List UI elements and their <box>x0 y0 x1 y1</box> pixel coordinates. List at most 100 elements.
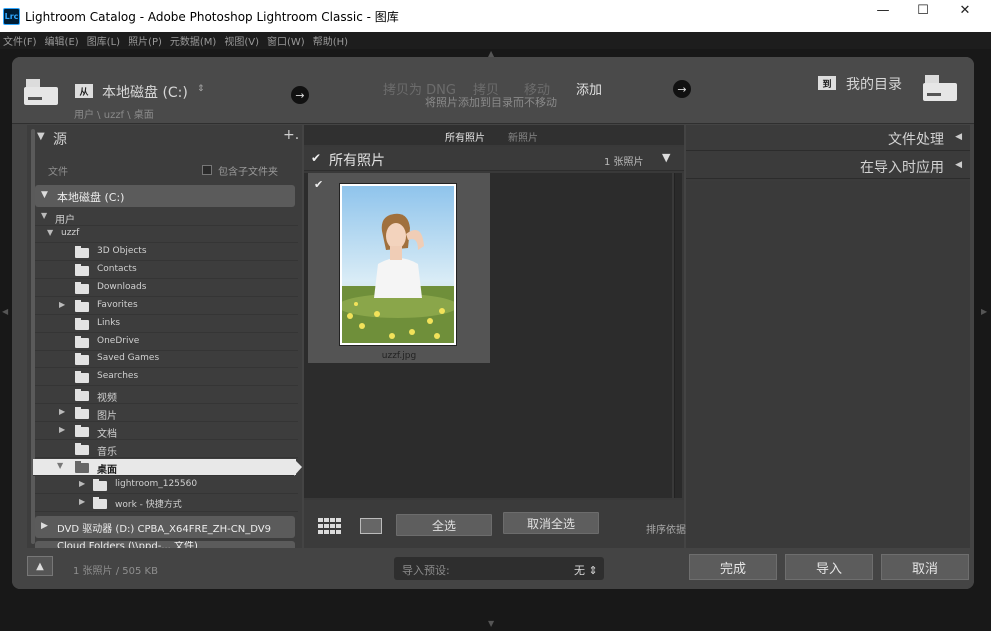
source-title[interactable]: 本地磁盘 (C:) <box>102 82 188 102</box>
source-panel: ▼ 源 +. 文件 包含子文件夹 ▼ 本地磁盘 (C:) ▼ 用户 ▼ uzzf… <box>27 125 302 551</box>
dropdown-triangle-icon[interactable]: ▼ <box>662 151 670 164</box>
apply-during-import-section[interactable]: 在导入时应用 ◀ <box>686 153 970 179</box>
source-dropdown-icon[interactable]: ⇕ <box>197 84 205 94</box>
file-handling-section[interactable]: 文件处理 ◀ <box>686 125 970 151</box>
tree-row-users[interactable]: ▼ 用户 <box>35 209 298 226</box>
expand-triangle-icon[interactable]: ▶ <box>59 407 65 416</box>
folder-icon <box>75 353 89 365</box>
collapse-triangle-icon[interactable]: ▼ <box>37 131 45 142</box>
tree-row-folder[interactable]: ▶ Favorites <box>35 298 298 315</box>
expand-triangle-icon[interactable]: ◀ <box>955 132 962 142</box>
menu-view[interactable]: 视图(V) <box>224 33 259 48</box>
expand-triangle-icon[interactable]: ▶ <box>79 479 85 488</box>
tree-row-folder[interactable]: ▶ 图片 <box>35 405 298 422</box>
expand-triangle-icon[interactable]: ▼ <box>57 461 63 470</box>
menu-bar: 文件(F) 编辑(E) 图库(L) 照片(P) 元数据(M) 视图(V) 窗口(… <box>0 32 991 49</box>
source-from-badge: 从 <box>75 84 93 98</box>
drive-d-row[interactable]: ▶ DVD 驱动器 (D:) CPBA_X64FRE_ZH-CN_DV9 <box>35 516 295 538</box>
source-panel-title: 源 <box>53 132 67 148</box>
tree-row-folder[interactable]: 音乐 <box>35 441 298 458</box>
add-source-icon[interactable]: +. <box>283 127 299 143</box>
expand-triangle-icon[interactable]: ▶ <box>41 521 48 531</box>
import-dialog: 从 本地磁盘 (C:) ⇕ 用户 \ uzzf \ 桌面 → 拷贝为 DNG 拷… <box>12 57 974 589</box>
thumbnail-grid: ✔ uzzf.jpg <box>304 173 672 498</box>
menu-help[interactable]: 帮助(H) <box>313 33 348 48</box>
drive-c-row[interactable]: ▼ 本地磁盘 (C:) <box>35 185 295 207</box>
cancel-button[interactable]: 取消 <box>881 554 969 580</box>
mode-add[interactable]: 添加 <box>576 79 602 98</box>
folder-icon <box>75 371 89 383</box>
tab-all-photos[interactable]: 所有照片 <box>445 129 485 144</box>
thumbnail-cell[interactable]: ✔ uzzf.jpg <box>308 173 490 363</box>
check-all-icon[interactable]: ✔ <box>311 151 321 165</box>
select-all-button[interactable]: 全选 <box>396 514 492 536</box>
destination-drive-icon <box>921 73 959 103</box>
tree-label: OneDrive <box>97 336 140 346</box>
menu-metadata[interactable]: 元数据(M) <box>170 33 216 48</box>
tree-row-folder[interactable]: 视频 <box>35 387 298 404</box>
tree-row-folder[interactable]: Links <box>35 316 298 333</box>
photo-thumbnail[interactable] <box>338 183 458 346</box>
tree-row-uzzf[interactable]: ▼ uzzf <box>35 226 298 243</box>
close-window-button[interactable]: ✕ <box>945 0 985 20</box>
tree-label: 用户 <box>55 215 75 226</box>
expand-triangle-icon[interactable]: ▼ <box>47 228 53 237</box>
tree-row-folder[interactable]: OneDrive <box>35 334 298 351</box>
tree-row-folder[interactable]: Contacts <box>35 262 298 279</box>
import-preset-value: 无 ⇕ <box>574 564 598 577</box>
tree-label: uzzf <box>61 228 80 238</box>
expand-triangle-icon[interactable]: ▼ <box>41 190 48 200</box>
source-panel-header[interactable]: ▼ 源 +. <box>27 125 302 151</box>
tree-row-folder[interactable]: ▶ 文档 <box>35 423 298 440</box>
deselect-all-button[interactable]: 取消全选 <box>503 512 599 534</box>
photo-checkbox-icon[interactable]: ✔ <box>314 178 323 191</box>
tree-label: Favorites <box>97 300 138 310</box>
menu-file[interactable]: 文件(F) <box>3 33 37 48</box>
tree-row-folder[interactable]: Saved Games <box>35 351 298 368</box>
photo-filter-tabs: 所有照片 新照片 <box>304 125 684 145</box>
tab-new-photos[interactable]: 新照片 <box>508 129 538 144</box>
bottom-panel-toggle-icon[interactable]: ▼ <box>488 619 494 628</box>
tree-label: 3D Objects <box>97 246 147 256</box>
loupe-view-icon[interactable] <box>360 518 382 534</box>
expand-triangle-icon[interactable]: ◀ <box>955 160 962 170</box>
expand-triangle-icon[interactable]: ▼ <box>41 211 47 220</box>
expand-triangle-icon[interactable]: ▶ <box>79 497 85 506</box>
maximize-button[interactable]: ☐ <box>903 0 943 20</box>
menu-photo[interactable]: 照片(P) <box>128 33 162 48</box>
tree-label: 视频 <box>97 393 117 404</box>
folder-icon <box>75 336 89 348</box>
tree-label: Downloads <box>97 282 147 292</box>
tree-row-folder[interactable]: ▶ lightroom_125560 <box>35 477 298 494</box>
grid-scrollbar[interactable] <box>674 173 682 498</box>
menu-library[interactable]: 图库(L) <box>87 33 120 48</box>
tree-row-folder[interactable]: ▶ work - 快捷方式 <box>35 495 298 512</box>
tree-row-folder[interactable]: Searches <box>35 369 298 386</box>
tree-row-desktop-selected[interactable]: ▼ 桌面 <box>33 459 302 476</box>
left-panel-toggle-icon[interactable]: ◀ <box>2 307 8 316</box>
file-handling-label: 文件处理 <box>888 132 944 148</box>
grid-view-icon[interactable] <box>318 518 342 534</box>
expand-triangle-icon[interactable]: ▶ <box>59 300 65 309</box>
right-panel-toggle-icon[interactable]: ▶ <box>981 307 987 316</box>
drive-c-label: 本地磁盘 (C:) <box>57 191 125 204</box>
tree-label: 音乐 <box>97 447 117 458</box>
collapse-dialog-button[interactable]: ▲ <box>27 556 53 576</box>
import-button[interactable]: 导入 <box>785 554 873 580</box>
include-subfolders-checkbox[interactable] <box>202 165 212 175</box>
source-path-breadcrumb: 用户 \ uzzf \ 桌面 <box>74 110 154 121</box>
mode-description: 将照片添加到目录而不移动 <box>425 96 557 109</box>
sort-by-label[interactable]: 排序依据 <box>646 521 686 536</box>
done-button[interactable]: 完成 <box>689 554 777 580</box>
window-title: Lightroom Catalog - Adobe Photoshop Ligh… <box>25 9 399 24</box>
menu-edit[interactable]: 编辑(E) <box>45 33 79 48</box>
expand-triangle-icon[interactable]: ▶ <box>59 425 65 434</box>
import-preset-dropdown[interactable]: 导入预设: 无 ⇕ <box>394 557 604 580</box>
folder-icon <box>75 300 89 312</box>
tree-row-folder[interactable]: 3D Objects <box>35 244 298 261</box>
photo-count: 1 张照片 <box>604 157 644 168</box>
tree-row-folder[interactable]: Downloads <box>35 280 298 297</box>
menu-window[interactable]: 窗口(W) <box>267 33 305 48</box>
lightroom-app-icon: Lrc <box>3 7 20 25</box>
minimize-button[interactable]: — <box>863 0 903 20</box>
